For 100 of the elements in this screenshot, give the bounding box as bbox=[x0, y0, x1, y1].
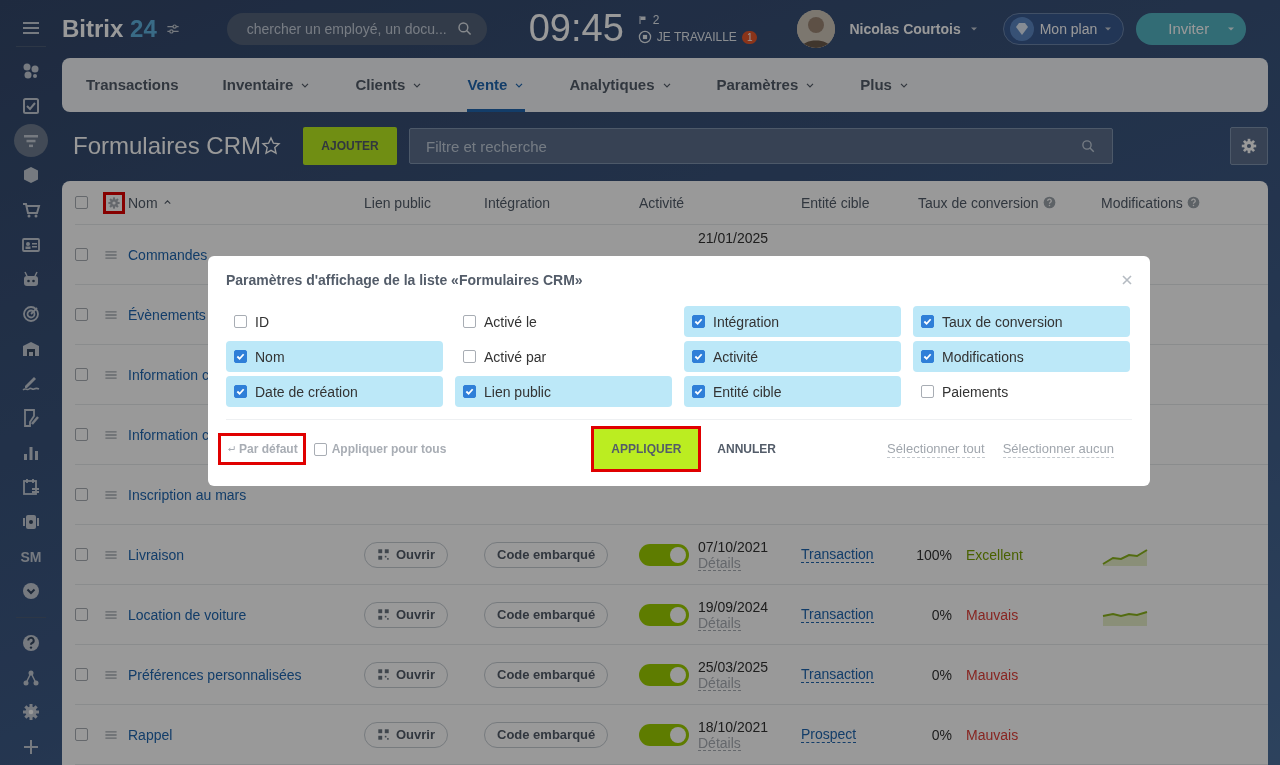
column-option[interactable]: Activité bbox=[684, 341, 901, 372]
select-all-checkbox[interactable] bbox=[75, 196, 88, 209]
nav-tab[interactable]: Paramètres bbox=[716, 57, 817, 112]
nav-tab[interactable]: Plus bbox=[860, 57, 910, 112]
nav-tab[interactable]: Vente bbox=[467, 57, 526, 112]
column-header[interactable]: Nom bbox=[128, 194, 158, 211]
activity-toggle[interactable] bbox=[639, 663, 689, 686]
checkbox[interactable] bbox=[234, 315, 247, 328]
column-header[interactable]: Modifications bbox=[1101, 194, 1183, 211]
default-button[interactable]: Par défaut bbox=[218, 433, 306, 465]
embed-code-button[interactable]: Code embarqué bbox=[484, 601, 609, 628]
form-name-link[interactable]: Information c bbox=[128, 366, 209, 383]
open-link-button[interactable]: Ouvrir bbox=[364, 721, 448, 748]
nav-tab[interactable]: Analytiques bbox=[569, 57, 673, 112]
open-link-button[interactable]: Ouvrir bbox=[364, 541, 448, 568]
date-text: 19/09/2024 bbox=[698, 598, 769, 615]
apply-for-all-checkbox[interactable]: Appliquer pour tous bbox=[313, 442, 447, 456]
column-header[interactable]: Taux de conversion bbox=[918, 194, 1039, 211]
nav-tab[interactable]: Clients bbox=[355, 57, 424, 112]
open-link-button[interactable]: Ouvrir bbox=[364, 661, 448, 688]
checkbox[interactable] bbox=[692, 385, 705, 398]
activity-toggle[interactable] bbox=[639, 723, 689, 746]
checkbox[interactable] bbox=[313, 442, 327, 456]
form-name-link[interactable]: Commandes bbox=[128, 246, 208, 263]
checkbox[interactable] bbox=[234, 385, 247, 398]
entity-link[interactable]: Transaction bbox=[801, 606, 874, 623]
work-status[interactable]: JE TRAVAILLE bbox=[656, 30, 737, 45]
settings-button[interactable] bbox=[1230, 127, 1268, 166]
apply-button[interactable]: APPLIQUER bbox=[591, 426, 702, 472]
checkbox[interactable] bbox=[463, 385, 476, 398]
close-button[interactable] bbox=[1122, 275, 1132, 285]
checkbox[interactable] bbox=[75, 488, 88, 501]
checkbox[interactable] bbox=[75, 248, 88, 261]
add-button[interactable]: AJOUTER bbox=[303, 127, 397, 166]
checkbox[interactable] bbox=[692, 350, 705, 363]
plan-button[interactable]: Mon plan bbox=[1002, 12, 1125, 45]
activity-toggle[interactable] bbox=[639, 603, 689, 626]
checkbox[interactable] bbox=[75, 728, 88, 741]
checkbox[interactable] bbox=[921, 350, 934, 363]
column-option[interactable]: Entité cible bbox=[684, 376, 901, 407]
embed-code-button[interactable]: Code embarqué bbox=[484, 541, 609, 568]
form-name-link[interactable]: Livraison bbox=[128, 546, 185, 563]
logo[interactable]: Bitrix 24 bbox=[62, 14, 157, 43]
filter-search-field[interactable]: Filtre et recherche bbox=[426, 137, 1066, 155]
checkbox[interactable] bbox=[463, 350, 476, 363]
select-all-link[interactable]: Sélectionner tout bbox=[887, 440, 985, 458]
column-option[interactable]: Nom bbox=[226, 341, 443, 372]
search-icon bbox=[456, 20, 473, 37]
form-name-link[interactable]: Inscription au mars bbox=[128, 486, 247, 503]
column-header[interactable]: Activité bbox=[639, 194, 685, 211]
column-header[interactable]: Entité cible bbox=[801, 194, 870, 211]
settings-icon[interactable] bbox=[103, 191, 125, 214]
form-name-link[interactable]: Location de voiture bbox=[128, 606, 247, 623]
sidebar-label[interactable]: SM bbox=[20, 548, 42, 565]
checkbox[interactable] bbox=[234, 350, 247, 363]
select-none-link[interactable]: Sélectionner aucun bbox=[1002, 440, 1114, 458]
checkbox[interactable] bbox=[692, 315, 705, 328]
checkbox[interactable] bbox=[75, 308, 88, 321]
open-link-button[interactable]: Ouvrir bbox=[364, 601, 448, 628]
entity-link[interactable]: Transaction bbox=[801, 546, 874, 563]
checkbox[interactable] bbox=[75, 368, 88, 381]
avatar[interactable] bbox=[797, 9, 836, 48]
form-name-link[interactable]: Rappel bbox=[128, 726, 173, 743]
cancel-button[interactable]: ANNULER bbox=[711, 441, 782, 457]
checkbox[interactable] bbox=[75, 608, 88, 621]
user-menu[interactable]: Nicolas Courtois bbox=[849, 20, 979, 37]
calendar-icon bbox=[21, 477, 41, 498]
column-header[interactable]: Lien public bbox=[364, 194, 431, 211]
chevron-down-icon bbox=[21, 581, 41, 602]
conversion-rate: 100% bbox=[916, 546, 952, 563]
checkbox[interactable] bbox=[75, 668, 88, 681]
nav-tab[interactable]: Transactions bbox=[86, 57, 179, 112]
entity-link[interactable]: Prospect bbox=[801, 726, 857, 743]
checkbox[interactable] bbox=[921, 315, 934, 328]
search-field[interactable]: chercher un employé, un docu... bbox=[226, 12, 487, 45]
checkbox[interactable] bbox=[463, 315, 476, 328]
conversion-rate: 0% bbox=[931, 726, 952, 743]
column-option[interactable]: Taux de conversion bbox=[913, 306, 1130, 337]
column-option[interactable]: ID bbox=[226, 306, 443, 337]
column-option[interactable]: Activé le bbox=[455, 306, 672, 337]
column-option[interactable]: Lien public bbox=[455, 376, 672, 407]
column-option[interactable]: Paiements bbox=[913, 376, 1130, 407]
checkbox[interactable] bbox=[75, 548, 88, 561]
form-name-link[interactable]: Information c bbox=[128, 426, 209, 443]
column-option[interactable]: Modifications bbox=[913, 341, 1130, 372]
form-name-link[interactable]: Préférences personnalisées bbox=[128, 666, 302, 683]
embed-code-button[interactable]: Code embarqué bbox=[484, 661, 609, 688]
checkbox[interactable] bbox=[75, 428, 88, 441]
column-option[interactable]: Activé par bbox=[455, 341, 672, 372]
nav-tab[interactable]: Inventaire bbox=[222, 57, 312, 112]
entity-link[interactable]: Transaction bbox=[801, 666, 874, 683]
column-option[interactable]: Date de création bbox=[226, 376, 443, 407]
column-option[interactable]: Intégration bbox=[684, 306, 901, 337]
activity-toggle[interactable] bbox=[639, 543, 689, 566]
checkbox[interactable] bbox=[921, 385, 934, 398]
column-header[interactable]: Intégration bbox=[484, 194, 551, 211]
form-name-link[interactable]: Évènements bbox=[128, 306, 206, 323]
flag-icon bbox=[637, 15, 648, 26]
filter-field[interactable]: Filtre et recherche bbox=[409, 128, 1113, 165]
embed-code-button[interactable]: Code embarqué bbox=[484, 721, 609, 748]
